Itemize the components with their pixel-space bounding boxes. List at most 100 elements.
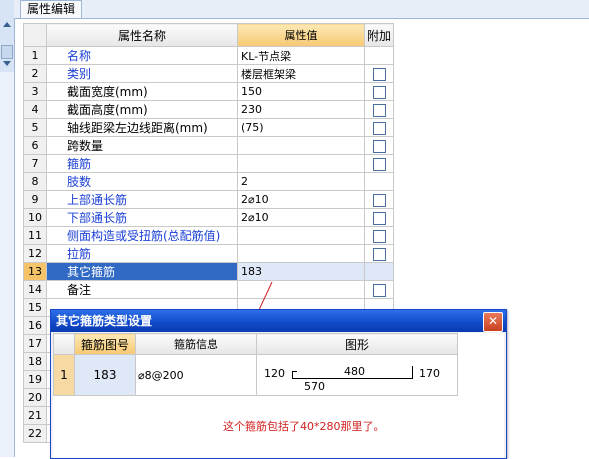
grid-row[interactable]: 12 拉筋 bbox=[23, 244, 394, 263]
property-value[interactable]: 2⌀10 bbox=[237, 208, 365, 227]
grid-header: 属性名称 属性值 附加 bbox=[23, 23, 394, 47]
attach-cell bbox=[364, 190, 394, 209]
row-number: 4 bbox=[23, 100, 47, 119]
grid-row[interactable]: 6 跨数量 bbox=[23, 136, 394, 155]
row-number: 16 bbox=[23, 316, 47, 335]
tab-property-edit[interactable]: 属性编辑 bbox=[20, 0, 83, 18]
property-name[interactable]: 侧面构造或受扭筋(总配筋值) bbox=[46, 226, 238, 245]
property-value[interactable]: 2⌀10 bbox=[237, 190, 365, 209]
property-value[interactable] bbox=[237, 226, 365, 245]
row-number: 1 bbox=[23, 46, 47, 65]
grid-row[interactable]: 14 备注 bbox=[23, 280, 394, 299]
row-number: 5 bbox=[23, 118, 47, 137]
property-name[interactable]: 备注 bbox=[46, 280, 238, 299]
attach-checkbox[interactable] bbox=[372, 67, 386, 81]
header-corner bbox=[23, 23, 47, 47]
row-number: 14 bbox=[23, 280, 47, 299]
grid-row[interactable]: 5 轴线距梁左边线距离(mm) (75) bbox=[23, 118, 394, 137]
property-name[interactable]: 箍筋 bbox=[46, 154, 238, 173]
dialog-title: 其它箍筋类型设置 bbox=[51, 310, 506, 332]
attach-checkbox[interactable] bbox=[372, 229, 386, 243]
stirrup-header-corner bbox=[53, 333, 75, 355]
scroll-up-icon[interactable] bbox=[3, 22, 11, 27]
property-name[interactable]: 名称 bbox=[46, 46, 238, 65]
property-value[interactable] bbox=[237, 244, 365, 263]
header-stirrup-code: 箍筋图号 bbox=[74, 333, 136, 355]
attach-cell bbox=[364, 280, 394, 299]
property-value[interactable] bbox=[237, 136, 365, 155]
grid-row[interactable]: 8 肢数 2 bbox=[23, 172, 394, 191]
attach-cell bbox=[364, 82, 394, 101]
property-name[interactable]: 肢数 bbox=[46, 172, 238, 191]
grid-row[interactable]: 13 其它箍筋 183 bbox=[23, 262, 394, 281]
grid-row[interactable]: 4 截面高度(mm) 230 bbox=[23, 100, 394, 119]
stirrup-header: 箍筋图号 箍筋信息 图形 bbox=[53, 333, 458, 355]
left-panel-body bbox=[0, 72, 14, 457]
attach-cell bbox=[364, 64, 394, 83]
row-number: 2 bbox=[23, 64, 47, 83]
property-value[interactable]: 230 bbox=[237, 100, 365, 119]
property-value[interactable]: 楼层框架梁 bbox=[237, 64, 365, 83]
property-name[interactable]: 拉筋 bbox=[46, 244, 238, 263]
attach-checkbox[interactable] bbox=[372, 157, 386, 171]
attach-checkbox[interactable] bbox=[372, 247, 386, 261]
left-panel-strip bbox=[0, 0, 15, 457]
property-name[interactable]: 下部通长筋 bbox=[46, 208, 238, 227]
attach-checkbox[interactable] bbox=[372, 85, 386, 99]
row-number: 8 bbox=[23, 172, 47, 191]
shape-left-leg bbox=[292, 371, 293, 378]
attach-checkbox[interactable] bbox=[372, 283, 386, 297]
property-value[interactable]: (75) bbox=[237, 118, 365, 137]
property-name[interactable]: 截面宽度(mm) bbox=[46, 82, 238, 101]
grid-row[interactable]: 10 下部通长筋 2⌀10 bbox=[23, 208, 394, 227]
header-add: 附加 bbox=[364, 23, 394, 47]
scroll-down-icon[interactable] bbox=[3, 61, 11, 66]
attach-cell bbox=[364, 226, 394, 245]
stirrup-code-cell[interactable]: 183 bbox=[74, 354, 136, 396]
grid-row[interactable]: 11 侧面构造或受扭筋(总配筋值) bbox=[23, 226, 394, 245]
attach-cell bbox=[364, 154, 394, 173]
property-name[interactable]: 轴线距梁左边线距离(mm) bbox=[46, 118, 238, 137]
grid-row[interactable]: 7 箍筋 bbox=[23, 154, 394, 173]
attach-checkbox[interactable] bbox=[372, 139, 386, 153]
property-value[interactable] bbox=[237, 154, 365, 173]
attach-cell bbox=[364, 244, 394, 263]
shape-top-dim: 480 bbox=[344, 365, 365, 378]
property-value[interactable]: 2 bbox=[237, 172, 365, 191]
property-name[interactable]: 跨数量 bbox=[46, 136, 238, 155]
stirrup-row[interactable]: 1 183 ⌀8@200 120 480 170 570 bbox=[53, 354, 458, 396]
close-button[interactable]: ✕ bbox=[483, 312, 503, 332]
property-value[interactable]: 150 bbox=[237, 82, 365, 101]
row-number: 21 bbox=[23, 406, 47, 425]
attach-checkbox[interactable] bbox=[372, 211, 386, 225]
row-number: 17 bbox=[23, 334, 47, 353]
attach-checkbox[interactable] bbox=[372, 193, 386, 207]
stirrup-info-cell[interactable]: ⌀8@200 bbox=[135, 354, 257, 396]
property-name[interactable]: 上部通长筋 bbox=[46, 190, 238, 209]
property-name[interactable]: 其它箍筋 bbox=[46, 262, 238, 281]
property-value[interactable]: KL-节点梁 bbox=[237, 46, 365, 65]
stirrup-shape-cell[interactable]: 120 480 170 570 bbox=[256, 354, 458, 396]
property-name[interactable]: 类别 bbox=[46, 64, 238, 83]
attach-cell bbox=[364, 208, 394, 227]
attach-cell bbox=[364, 46, 394, 65]
grid-row[interactable]: 3 截面宽度(mm) 150 bbox=[23, 82, 394, 101]
shape-bar bbox=[292, 378, 413, 379]
scroll-thumb[interactable] bbox=[1, 45, 13, 59]
row-number: 10 bbox=[23, 208, 47, 227]
row-number: 20 bbox=[23, 388, 47, 407]
attach-checkbox[interactable] bbox=[372, 121, 386, 135]
row-number: 13 bbox=[23, 262, 47, 281]
property-value[interactable]: 183 bbox=[237, 262, 365, 281]
property-value[interactable] bbox=[237, 280, 365, 299]
grid-row[interactable]: 1 名称 KL-节点梁 bbox=[23, 46, 394, 65]
row-number: 18 bbox=[23, 352, 47, 371]
tab-bar: 属性编辑 bbox=[14, 0, 589, 19]
header-value: 属性值 bbox=[237, 23, 365, 47]
grid-row[interactable]: 2 类别 楼层框架梁 bbox=[23, 64, 394, 83]
property-name[interactable]: 截面高度(mm) bbox=[46, 100, 238, 119]
shape-left-dim: 120 bbox=[264, 367, 285, 380]
attach-checkbox[interactable] bbox=[372, 103, 386, 117]
header-shape: 图形 bbox=[256, 333, 458, 355]
grid-row[interactable]: 9 上部通长筋 2⌀10 bbox=[23, 190, 394, 209]
